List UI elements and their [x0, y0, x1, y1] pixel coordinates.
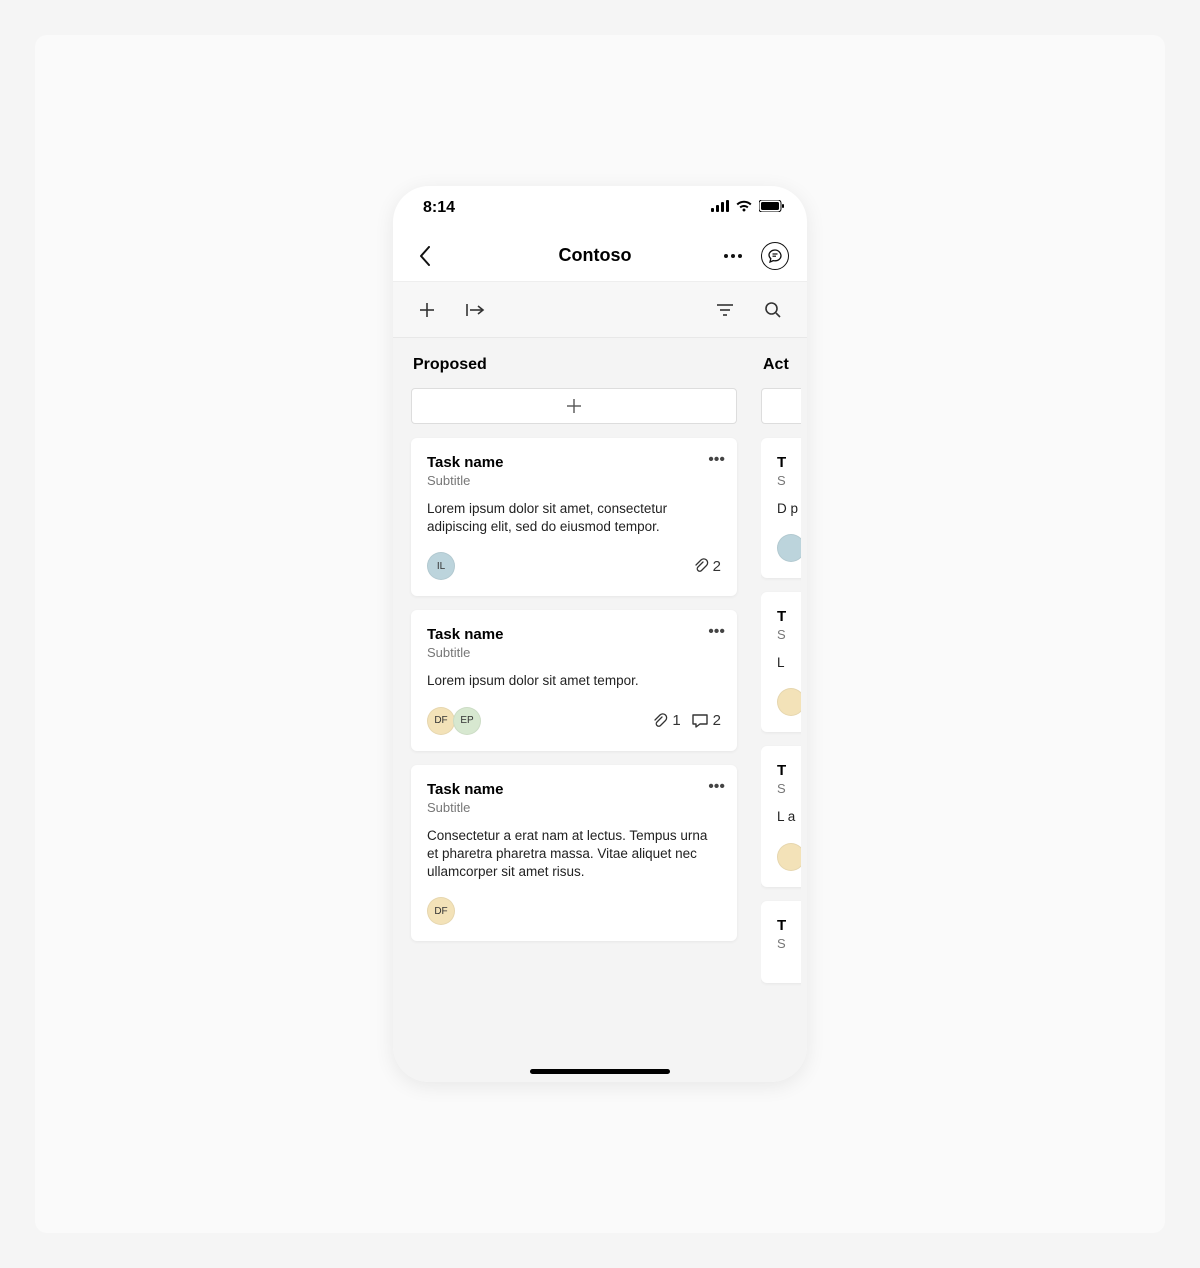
card-title: T	[777, 608, 801, 625]
home-indicator	[530, 1069, 670, 1074]
card-meta: 2	[693, 558, 721, 575]
card-body: L	[777, 654, 801, 672]
card-avatars	[777, 843, 801, 871]
card-subtitle: S	[777, 781, 801, 796]
card-subtitle: S	[777, 627, 801, 642]
card-title: Task name	[427, 781, 721, 798]
avatar[interactable]: DF	[427, 897, 455, 925]
card-footer: IL 2	[427, 552, 721, 580]
card-subtitle: Subtitle	[427, 645, 721, 660]
avatar[interactable]: IL	[427, 552, 455, 580]
task-card[interactable]: •••Task name Subtitle Lorem ipsum dolor si…	[411, 610, 737, 750]
card-meta: 12	[652, 712, 721, 729]
column-title: Proposed	[411, 356, 737, 374]
chat-button[interactable]	[761, 242, 789, 270]
status-icons	[711, 199, 785, 217]
task-card[interactable]: •••TS	[761, 901, 801, 983]
filter-button[interactable]	[711, 296, 739, 324]
task-card[interactable]: •••TSD p p	[761, 438, 801, 578]
card-more-button[interactable]: •••	[708, 624, 725, 640]
status-bar: 8:14	[393, 186, 807, 230]
search-button[interactable]	[759, 296, 787, 324]
card-footer: DFEP 12	[427, 707, 721, 735]
avatar[interactable]: EP	[453, 707, 481, 735]
card-avatars: IL	[427, 552, 453, 580]
card-body: D p p	[777, 500, 801, 518]
back-button[interactable]	[411, 242, 439, 270]
task-card[interactable]: •••TSL a	[761, 746, 801, 886]
card-more-button[interactable]: •••	[708, 452, 725, 468]
attachments-count: 1	[652, 712, 680, 729]
avatar[interactable]	[777, 688, 801, 716]
expand-button[interactable]	[461, 296, 489, 324]
cellular-icon	[711, 199, 729, 217]
task-card[interactable]: •••TSL	[761, 592, 801, 732]
page-title: Contoso	[471, 245, 719, 266]
add-card-button[interactable]	[411, 388, 737, 424]
kanban-board[interactable]: Proposed•••Task nameSubtitleLorem ipsum …	[393, 338, 807, 1082]
card-title: T	[777, 917, 801, 934]
card-avatars	[777, 534, 801, 562]
card-body: Consectetur a erat nam at lectus. Tempus…	[427, 827, 721, 882]
card-title: T	[777, 762, 801, 779]
comment-icon	[691, 713, 709, 729]
card-footer	[777, 843, 801, 871]
card-avatars	[777, 688, 801, 716]
battery-icon	[759, 199, 785, 217]
board-toolbar	[393, 282, 807, 338]
card-avatars: DFEP	[427, 707, 479, 735]
attachments-count: 2	[693, 558, 721, 575]
card-footer: DF	[427, 897, 721, 925]
avatar[interactable]	[777, 843, 801, 871]
board-column: Act•••TSD p p•••TSL•••TSL a•••TS	[761, 356, 801, 1082]
column-title: Act	[761, 356, 801, 374]
card-avatars: DF	[427, 897, 453, 925]
canvas: 8:14 Contoso	[35, 35, 1165, 1233]
phone-frame: 8:14 Contoso	[393, 186, 807, 1082]
add-card-button[interactable]	[761, 388, 801, 424]
task-card[interactable]: •••Task name Subtitle Consectetur a erat n…	[411, 765, 737, 942]
card-subtitle: Subtitle	[427, 473, 721, 488]
more-button[interactable]	[719, 242, 747, 270]
add-button[interactable]	[413, 296, 441, 324]
status-time: 8:14	[423, 199, 455, 217]
task-card[interactable]: •••Task name Subtitle Lorem ipsum dolor si…	[411, 438, 737, 596]
card-title: T	[777, 454, 801, 471]
card-title: Task name	[427, 626, 721, 643]
card-body: Lorem ipsum dolor sit amet tempor.	[427, 672, 721, 690]
card-title: Task name	[427, 454, 721, 471]
card-body: L a	[777, 808, 801, 826]
avatar[interactable]	[777, 534, 801, 562]
card-footer	[777, 688, 801, 716]
card-footer	[777, 534, 801, 562]
card-more-button[interactable]: •••	[708, 779, 725, 795]
avatar[interactable]: DF	[427, 707, 455, 735]
board-column: Proposed•••Task nameSubtitleLorem ipsum …	[411, 356, 737, 1082]
wifi-icon	[735, 199, 753, 217]
comments-count: 2	[691, 712, 721, 729]
app-header: Contoso	[393, 230, 807, 282]
paperclip-icon	[652, 713, 668, 729]
paperclip-icon	[693, 558, 709, 574]
card-subtitle: Subtitle	[427, 800, 721, 815]
card-body: Lorem ipsum dolor sit amet, consectetur …	[427, 500, 721, 536]
card-subtitle: S	[777, 473, 801, 488]
card-subtitle: S	[777, 936, 801, 951]
